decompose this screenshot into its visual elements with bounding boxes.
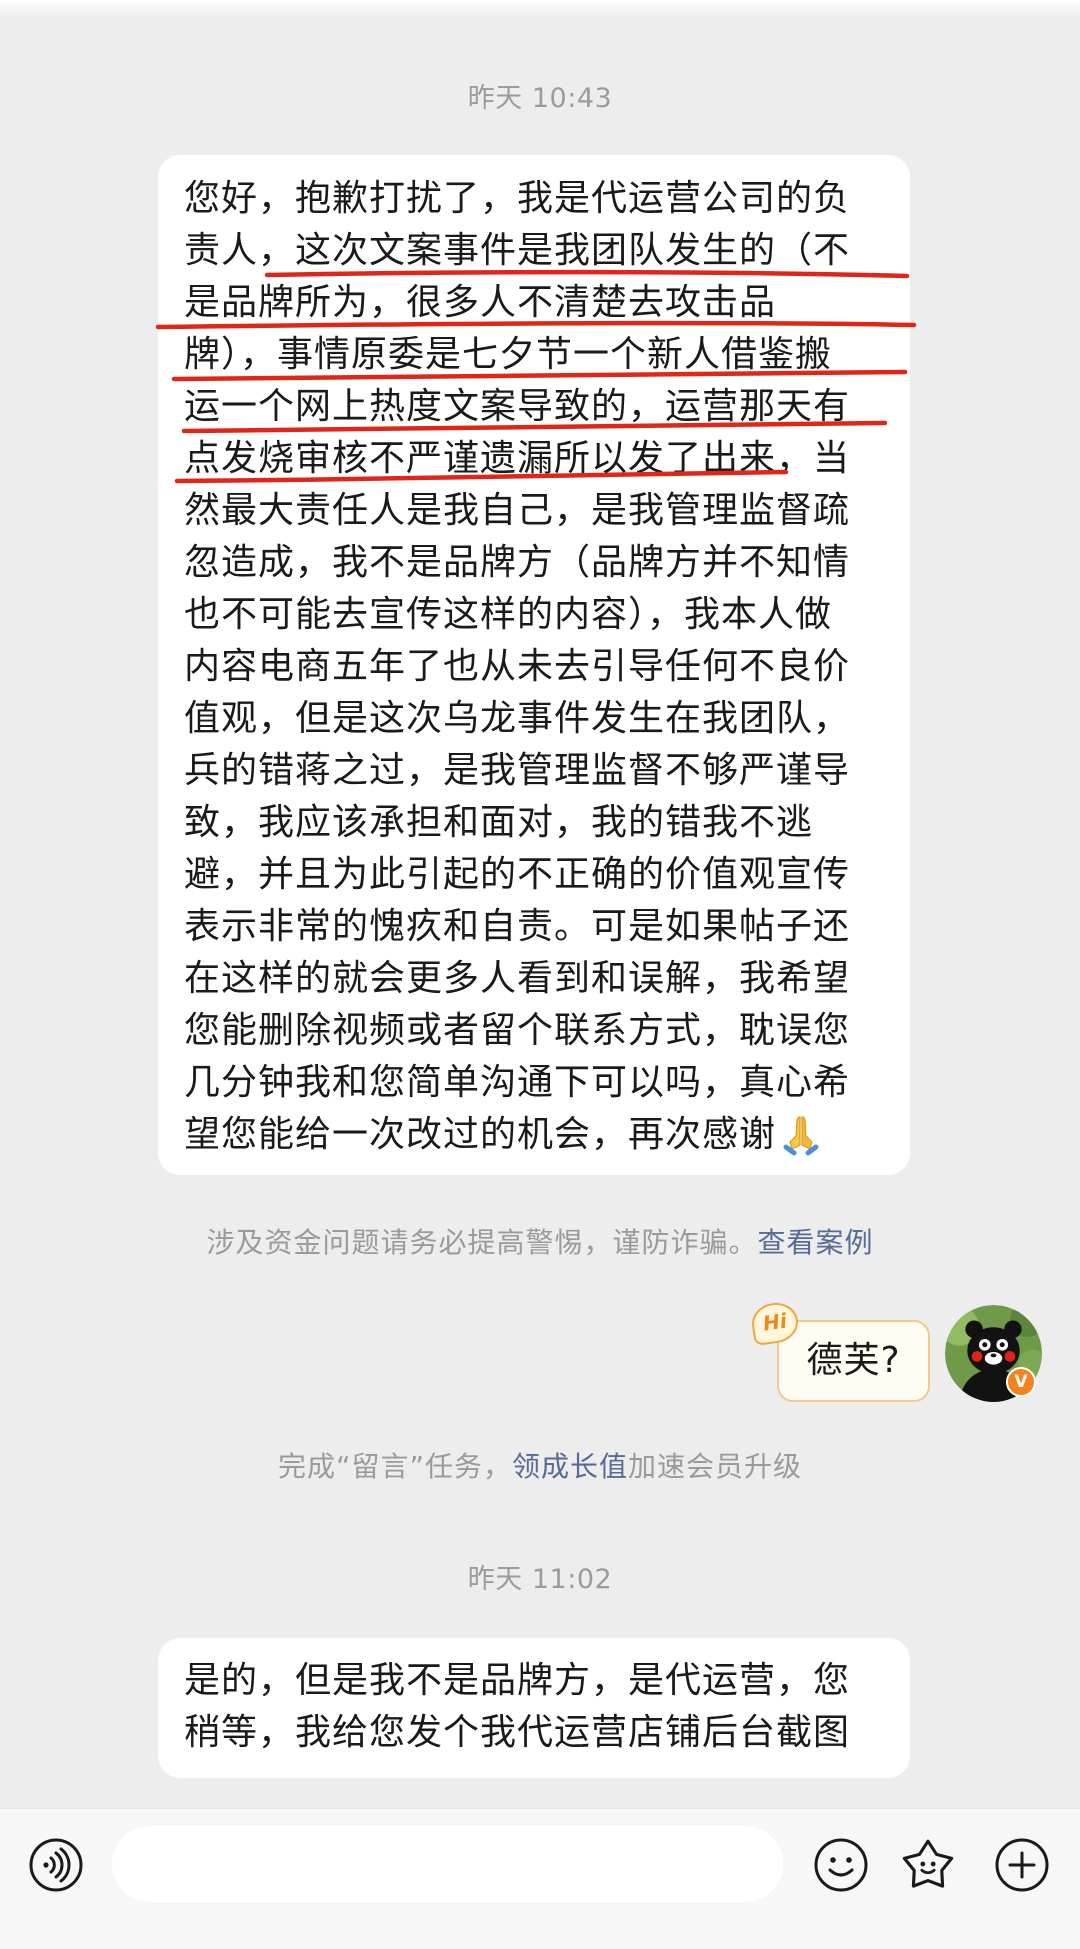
message-line: 然最大责任人是我自己，是我管理监督疏 xyxy=(184,490,851,531)
message-line: 致，我应该承担和面对，我的错我不逃 xyxy=(184,802,814,843)
message-line: 是的，但是我不是品牌方，是代运营，您 xyxy=(184,1660,851,1701)
message-line: 在这样的就会更多人看到和误解，我希望 xyxy=(184,958,851,999)
message-line-text: 望您能给一次改过的机会，再次感谢 xyxy=(184,1114,777,1155)
message-line: 兵的错蒋之过，是我管理监督不够严谨导 xyxy=(184,750,851,791)
message-line: 牌），事情原委是七夕节一个新人借鉴搬 xyxy=(184,334,833,375)
message-input[interactable] xyxy=(112,1826,783,1902)
message-timestamp: 昨天 10:43 xyxy=(467,83,613,114)
safety-notice: 涉及资金问题请务必提高警惕，谨防诈骗。查看案例 xyxy=(0,1225,1080,1261)
message-line: 望您能给一次改过的机会，再次感谢 xyxy=(184,1109,894,1161)
task-notice-suffix: 加速会员升级 xyxy=(628,1450,803,1483)
praying-hands-icon xyxy=(783,1116,819,1156)
status-area-fade xyxy=(0,0,1080,18)
message-line: 几分钟我和您简单沟通下可以吗，真心希 xyxy=(184,1062,851,1103)
incoming-message-bubble: 您好，抱歉打扰了，我是代运营公司的负 责人，这次文案事件是我团队发生的（不 是品… xyxy=(158,155,910,1175)
safety-notice-text: 涉及资金问题请务必提高警惕，谨防诈骗。 xyxy=(206,1226,758,1259)
verified-badge: V xyxy=(1006,1367,1036,1397)
message-line: 内容电商五年了也从未去引导任何不良价 xyxy=(184,646,851,687)
message-line: 避，并且为此引起的不正确的价值观宣传 xyxy=(184,854,851,895)
message-line: 忽造成，我不是品牌方（品牌方并不知情 xyxy=(184,542,851,583)
incoming-message-bubble: 是的，但是我不是品牌方，是代运营，您 稍等，我给您发个我代运营店铺后台截图 xyxy=(158,1638,910,1778)
task-notice: 完成“留言”任务，领成长值加速会员升级 xyxy=(0,1449,1080,1485)
plus-icon[interactable] xyxy=(993,1836,1051,1894)
growth-value-link[interactable]: 领成长值 xyxy=(512,1450,628,1483)
message-line: 也不可能去宣传这样的内容），我本人做 xyxy=(184,594,833,635)
message-text: 是的，但是我不是品牌方，是代运营，您 稍等，我给您发个我代运营店铺后台截图 xyxy=(184,1655,894,1759)
voice-icon[interactable] xyxy=(27,1836,85,1894)
sticker-icon[interactable] xyxy=(899,1836,957,1894)
message-timestamp: 昨天 11:02 xyxy=(467,1564,613,1595)
message-line: 您好，抱歉打扰了，我是代运营公司的负 xyxy=(184,178,851,219)
message-line: 责人，这次文案事件是我团队发生的（不 xyxy=(184,230,851,271)
message-text: 您好，抱歉打扰了，我是代运营公司的负 责人，这次文案事件是我团队发生的（不 是品… xyxy=(184,173,894,1161)
view-cases-link[interactable]: 查看案例 xyxy=(758,1226,874,1259)
message-line: 您能删除视频或者留个联系方式，耽误您 xyxy=(184,1010,851,1051)
message-line: 是品牌所为，很多人不清楚去攻击品 xyxy=(184,282,777,323)
outgoing-message-bubble: 德芙? xyxy=(777,1320,930,1402)
message-line: 点发烧审核不严谨遗漏所以发了出来，当 xyxy=(184,438,851,479)
message-line: 稍等，我给您发个我代运营店铺后台截图 xyxy=(184,1712,851,1753)
emoji-smiley-icon[interactable] xyxy=(812,1836,870,1894)
message-line: 运一个网上热度文案导致的，运营那天有 xyxy=(184,386,851,427)
message-line: 表示非常的愧疚和自责。可是如果帖子还 xyxy=(184,906,851,947)
task-notice-prefix: 完成“留言”任务， xyxy=(277,1450,512,1483)
message-line: 值观，但是这次乌龙事件发生在我团队， xyxy=(184,698,851,739)
